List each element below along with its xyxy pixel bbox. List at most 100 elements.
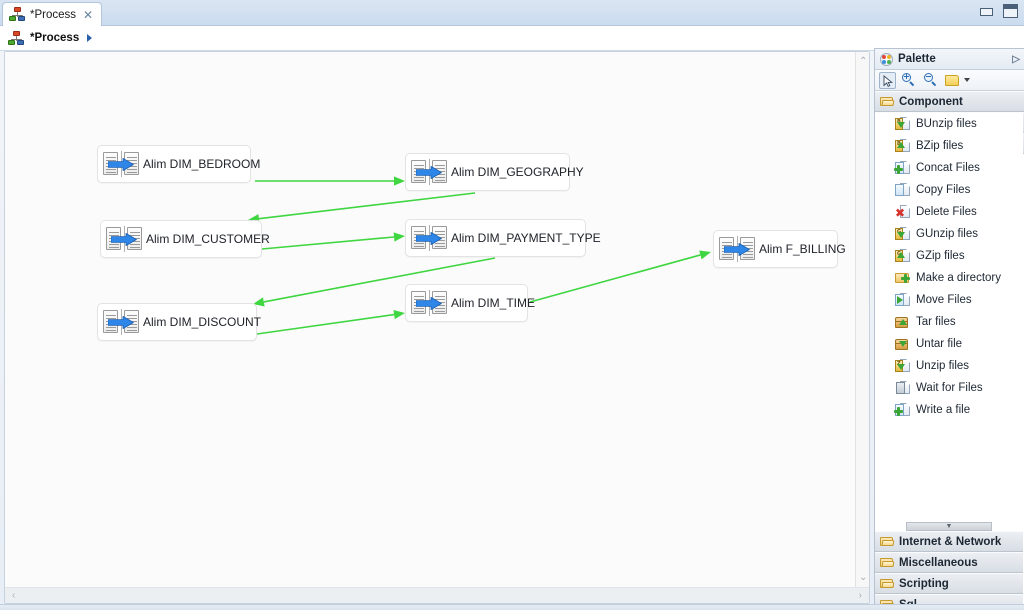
palette-item-unzip-files[interactable]: Z Unzip files (875, 355, 1023, 377)
canvas-horizontal-scrollbar[interactable]: ‹ › (5, 587, 869, 603)
palette-item-tar-files[interactable]: Tar files (875, 311, 1023, 333)
diagram-link-arrowhead (394, 176, 405, 186)
palette-item-label: Untar file (916, 338, 963, 350)
diagram-link-dim_time-to-f_billing[interactable] (529, 254, 701, 303)
editor-tab-label: *Process (30, 8, 77, 21)
palette-item-label: Copy Files (916, 184, 971, 196)
palette-group-miscellaneous[interactable]: Miscellaneous (875, 552, 1023, 573)
palette-scroll-down[interactable]: ▼ (875, 521, 1023, 531)
palette-item-label: Wait for Files (916, 382, 983, 394)
diagram-node-dim_geography[interactable]: Alim DIM_GEOGRAPHY (405, 153, 584, 191)
palette-item-move-files[interactable]: Move Files (875, 289, 1023, 311)
palette-item-bunzip-files[interactable]: B BUnzip files (875, 113, 1023, 135)
diagram-link-dim_customer-to-dim_payment_type[interactable] (261, 236, 395, 250)
process-icon (8, 30, 24, 46)
diagram-node-dim_time[interactable]: Alim DIM_TIME (405, 284, 535, 322)
palette-item-write-a-file[interactable]: Write a file (875, 399, 1023, 421)
zoom-out-button[interactable] (923, 72, 940, 89)
palette-group-internet-network[interactable]: Internet & Network (875, 531, 1023, 552)
palette-item-gunzip-files[interactable]: G GUnzip files (875, 223, 1023, 245)
note-tool-icon[interactable] (945, 74, 959, 86)
diagram-link-arrowhead (393, 232, 405, 242)
db-to-db-icon (411, 225, 447, 251)
palette-scroll-down-icon[interactable]: ▼ (946, 523, 953, 530)
scroll-up-icon[interactable]: ⌃ (859, 57, 867, 67)
close-icon[interactable]: ✕ (83, 9, 93, 21)
palette-item-label: BUnzip files (916, 118, 977, 130)
palette-item-make-a-directory[interactable]: Make a directory (875, 267, 1023, 289)
chevron-right-icon[interactable] (87, 34, 93, 42)
palette-item-concat-files[interactable]: Concat Files (875, 157, 1023, 179)
db-to-db-icon (103, 151, 139, 177)
folder-icon (880, 557, 895, 568)
palette-group-label: Miscellaneous (899, 556, 978, 569)
diagram-node-label: Alim DIM_TIME (451, 296, 535, 310)
diagram-node-label: Alim DIM_GEOGRAPHY (451, 165, 584, 179)
select-tool-button[interactable] (879, 71, 896, 89)
diagram-node-label: Alim DIM_PAYMENT_TYPE (451, 231, 601, 245)
process-diagram-canvas[interactable]: Alim DIM_BEDROOM Alim DIM_GEOGRAPHY Alim D… (5, 52, 856, 588)
wait-for-files-icon (895, 380, 910, 396)
palette-item-label: Make a directory (916, 272, 1002, 284)
concat-files-icon (894, 160, 910, 176)
scroll-left-icon[interactable]: ‹ (12, 591, 15, 601)
palette-icon (880, 52, 893, 66)
palette-item-copy-files[interactable]: Copy Files (875, 179, 1023, 201)
window-buttons (978, 4, 1018, 18)
diagram-node-dim_customer[interactable]: Alim DIM_CUSTOMER (100, 220, 270, 258)
palette-item-label: GZip files (916, 250, 965, 262)
minimize-button[interactable] (978, 4, 993, 18)
diagram-link-dim_discount-to-dim_time[interactable] (256, 313, 395, 335)
palette-item-label: GUnzip files (916, 228, 978, 240)
palette-expand-icon[interactable]: ▷ (1012, 54, 1020, 65)
palette-title-label: Palette (898, 53, 936, 65)
diagram-node-label: Alim F_BILLING (759, 242, 846, 256)
chevron-down-icon[interactable] (964, 78, 970, 82)
make-directory-icon (895, 271, 910, 286)
db-to-db-icon (719, 236, 755, 262)
bzip-icon: B (895, 138, 910, 154)
palette-item-untar-file[interactable]: Untar file (875, 333, 1023, 355)
palette-item-bzip-files[interactable]: B BZip files (875, 135, 1023, 157)
scroll-right-icon[interactable]: › (859, 591, 862, 601)
palette-item-delete-files[interactable]: ✖ Delete Files (875, 201, 1023, 223)
palette-item-gzip-files[interactable]: G GZip files (875, 245, 1023, 267)
zoom-in-button[interactable] (901, 72, 918, 89)
gunzip-icon: G (895, 226, 910, 242)
palette-group-component[interactable]: Component (875, 91, 1024, 112)
canvas-vertical-scrollbar[interactable]: ⌃ ⌄ (855, 52, 869, 588)
diagram-link-arrowhead (699, 250, 711, 260)
diagram-node-dim_payment_type[interactable]: Alim DIM_PAYMENT_TYPE (405, 219, 601, 257)
diagram-node-dim_discount[interactable]: Alim DIM_DISCOUNT (97, 303, 261, 341)
diagram-link-dim_geography-to-dim_customer[interactable] (258, 192, 476, 220)
palette-item-label: Delete Files (916, 206, 977, 218)
db-to-db-icon (103, 309, 139, 335)
bunzip-icon: B (895, 116, 910, 132)
process-icon (9, 7, 25, 22)
maximize-button[interactable] (1003, 4, 1018, 18)
process-editor: Alim DIM_BEDROOM Alim DIM_GEOGRAPHY Alim D… (4, 51, 870, 604)
diagram-node-dim_bedroom[interactable]: Alim DIM_BEDROOM (97, 145, 260, 183)
diagram-node-f_billing[interactable]: Alim F_BILLING (713, 230, 846, 268)
scroll-down-icon[interactable]: ⌄ (859, 573, 867, 583)
palette-item-label: Tar files (916, 316, 956, 328)
db-to-db-icon (411, 290, 447, 316)
folder-icon (880, 96, 895, 107)
palette-group-scripting[interactable]: Scripting (875, 573, 1023, 594)
db-to-db-icon (411, 159, 447, 185)
db-to-db-icon (106, 226, 142, 252)
breadcrumb: *Process (0, 26, 1024, 51)
editor-tab-process[interactable]: *Process ✕ (2, 2, 103, 26)
diagram-node-label: Alim DIM_BEDROOM (143, 157, 261, 171)
palette-item-label: BZip files (916, 140, 964, 152)
delete-files-icon: ✖ (895, 204, 910, 220)
palette-item-wait-for-files[interactable]: Wait for Files (875, 377, 1023, 399)
palette-toolbar (875, 70, 1024, 91)
diagram-node-label: Alim DIM_DISCOUNT (143, 315, 262, 329)
palette-groups-bottom: Internet & Network Miscellaneous Scripting… (875, 531, 1023, 610)
folder-icon (880, 536, 895, 547)
copy-files-icon (895, 182, 910, 198)
breadcrumb-label[interactable]: *Process (30, 32, 79, 44)
window-title-bar: *Process ✕ (0, 0, 1024, 26)
palette-item-label: Concat Files (916, 162, 980, 174)
